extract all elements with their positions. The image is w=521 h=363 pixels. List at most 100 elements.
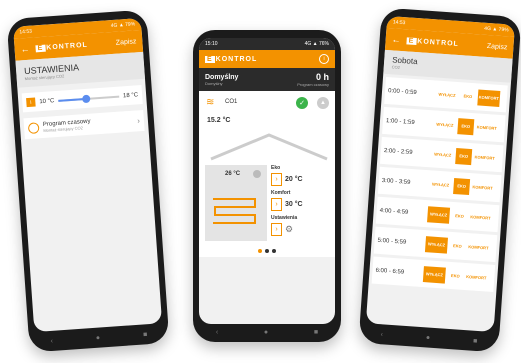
schedule-time: 0:00 - 0:59: [387, 87, 417, 96]
back-arrow-icon[interactable]: ←: [391, 34, 401, 45]
page-dot-active[interactable]: [258, 249, 262, 253]
nav-home-icon[interactable]: ●: [96, 334, 101, 341]
mode-komfort-button[interactable]: KOMFORT: [467, 239, 490, 256]
schedule-time: 2:00 - 2:59: [383, 147, 413, 156]
nav-back-icon[interactable]: ‹: [216, 329, 218, 336]
schedule-list: 0:00 - 0:59 WYŁĄCZ EKO KOMFORT 1:00 - 1:59 WY…: [368, 74, 511, 298]
nav-recent-icon[interactable]: ■: [143, 331, 148, 338]
app-bar: E KONTROL i: [199, 50, 335, 68]
status-indicators: 4G ▲ 76%: [304, 41, 329, 47]
eko-row[interactable]: › 20 °C: [271, 173, 329, 186]
status-time: 14:53: [19, 28, 33, 36]
schedule-time: 6:00 - 6:59: [375, 267, 405, 276]
gear-icon: ⚙: [285, 224, 294, 234]
phone-right: 14:53 4G ▲ 79% ← E KONTROL Zapisz Sobota …: [358, 7, 521, 353]
mode-wylacz-button[interactable]: WYŁĄCZ: [427, 205, 451, 224]
brand-logo: E KONTROL: [35, 41, 89, 52]
screen-schedule: 14:53 4G ▲ 79% ← E KONTROL Zapisz Sobota …: [365, 15, 516, 333]
mode-eko-button[interactable]: EKO: [451, 207, 468, 224]
brand-logo: E KONTROL: [205, 55, 258, 63]
floor-pipe-icon: [213, 198, 256, 224]
mode-komfort-button[interactable]: KOMFORT: [473, 149, 496, 166]
ustawienia-label: Ustawienia: [271, 215, 298, 221]
info-icon[interactable]: i: [319, 54, 329, 64]
komfort-row[interactable]: › 30 °C: [271, 198, 329, 211]
brand-logo: E KONTROL: [406, 36, 460, 48]
floor-heating-visual: 26 °C: [205, 165, 267, 241]
mode-eko-button[interactable]: EKO: [455, 147, 473, 165]
fan-icon: [253, 170, 261, 178]
nav-home-icon[interactable]: ●: [426, 334, 431, 341]
nav-home-icon[interactable]: ●: [264, 329, 268, 336]
schedule-row: 5:00 - 5:59 WYŁĄCZ EKO KOMFORT: [373, 226, 498, 263]
program-row[interactable]: Program czasowy Montaż sterujący CO2 ›: [23, 109, 145, 140]
mode-wylacz-button[interactable]: WYŁĄCZ: [431, 146, 454, 163]
mode-komfort-button[interactable]: KOMFORT: [471, 179, 494, 196]
schedule-row: 0:00 - 0:59 WYŁĄCZ EKO KOMFORT: [384, 76, 508, 113]
status-time: 15:10: [205, 41, 218, 47]
chevron-right-icon: ›: [136, 116, 141, 126]
mode-eko-button[interactable]: EKO: [457, 117, 475, 135]
slider-handle[interactable]: [82, 94, 91, 103]
schedule-time: 4:00 - 4:59: [379, 207, 409, 216]
heating-icon: ≋: [206, 97, 215, 108]
mode-wylacz-button[interactable]: WYŁĄCZ: [424, 235, 449, 254]
mode-wylacz-button[interactable]: WYŁĄCZ: [435, 86, 458, 103]
ok-check-icon: ✓: [296, 97, 308, 109]
eko-label: Eko: [271, 165, 281, 171]
mode-bar: Domyślny Domyślny 0 h Program czasowy: [199, 68, 335, 91]
save-button[interactable]: Zapisz: [487, 42, 508, 50]
schedule-row: 3:00 - 3:59 WYŁĄCZ EKO KOMFORT: [377, 166, 502, 203]
save-button[interactable]: Zapisz: [116, 38, 137, 46]
schedule-row: 4:00 - 4:59 WYŁĄCZ EKO KOMFORT: [375, 196, 500, 233]
schedule-time: 3:00 - 3:59: [381, 177, 411, 186]
status-time: 14:53: [392, 19, 406, 27]
mode-eko-button[interactable]: EKO: [459, 88, 476, 105]
mode-eko-button[interactable]: EKO: [453, 177, 471, 195]
back-arrow-icon[interactable]: ←: [20, 44, 30, 55]
mode-komfort-button[interactable]: KOMFORT: [465, 269, 488, 286]
schedule-row: 2:00 - 2:59 WYŁĄCZ EKO KOMFORT: [379, 136, 504, 173]
komfort-temperature: 30 °C: [285, 201, 303, 208]
mode-wylacz-button[interactable]: WYŁĄCZ: [422, 265, 446, 284]
mode-wylacz-button[interactable]: WYŁĄCZ: [433, 116, 456, 133]
nav-back-icon[interactable]: ‹: [380, 331, 383, 338]
schedule-time: 5:00 - 5:59: [377, 237, 407, 246]
phone-middle: 15:10 4G ▲ 76% E KONTROL i Domyślny Domyś…: [193, 30, 341, 342]
page-indicator: [199, 245, 335, 257]
nav-back-icon[interactable]: ‹: [50, 337, 53, 344]
chevron-right-icon: ›: [271, 198, 282, 211]
schedule-row: 1:00 - 1:59 WYŁĄCZ EKO KOMFORT: [382, 106, 506, 143]
schedule-time: 1:00 - 1:59: [385, 117, 415, 126]
house-roof-icon: [210, 133, 328, 161]
hours-value: 0 h: [315, 72, 329, 82]
mode-title: Domyślny: [205, 73, 239, 81]
screen-settings: 14:53 4G ▲ 79% ← E KONTROL Zapisz USTAWIE…: [13, 17, 163, 333]
komfort-label: Komfort: [271, 190, 291, 196]
zone-temperature: 15.2 °C: [207, 117, 231, 124]
page-dot[interactable]: [265, 249, 269, 253]
status-indicators: 4G ▲ 79%: [110, 21, 136, 30]
mode-wylacz-button[interactable]: WYŁĄCZ: [429, 176, 452, 193]
schedule-row: 6:00 - 6:59 WYŁĄCZ EKO KOMFORT: [371, 256, 496, 292]
phone-left: 14:53 4G ▲ 79% ← E KONTROL Zapisz USTAWIE…: [6, 9, 170, 353]
warning-icon: ▲: [317, 97, 329, 109]
ustawienia-row[interactable]: › ⚙: [271, 223, 329, 236]
chevron-right-icon: ›: [271, 173, 282, 186]
clock-icon: [27, 122, 40, 135]
mode-eko-button[interactable]: EKO: [447, 267, 464, 284]
nav-recent-icon[interactable]: ■: [473, 337, 478, 344]
nav-recent-icon[interactable]: ■: [314, 329, 318, 336]
mode-komfort-button[interactable]: KOMFORT: [475, 119, 498, 136]
temperature-slider[interactable]: [58, 94, 120, 103]
mode-eko-button[interactable]: EKO: [449, 237, 466, 254]
mode-subtitle: Domyślny: [205, 80, 223, 86]
page-dot[interactable]: [272, 249, 276, 253]
chevron-right-icon: ›: [271, 223, 282, 236]
temp-min-label: 10 °C: [39, 97, 55, 105]
zone-name: CO1: [225, 99, 238, 105]
mode-komfort-button[interactable]: KOMFORT: [469, 209, 492, 226]
mode-komfort-button[interactable]: KOMFORT: [477, 88, 501, 107]
android-navbar: ‹ ● ■: [193, 326, 341, 338]
room-panel: 26 °C Eko › 20 °C Komfort › 30 °C Ustawi…: [199, 161, 335, 245]
